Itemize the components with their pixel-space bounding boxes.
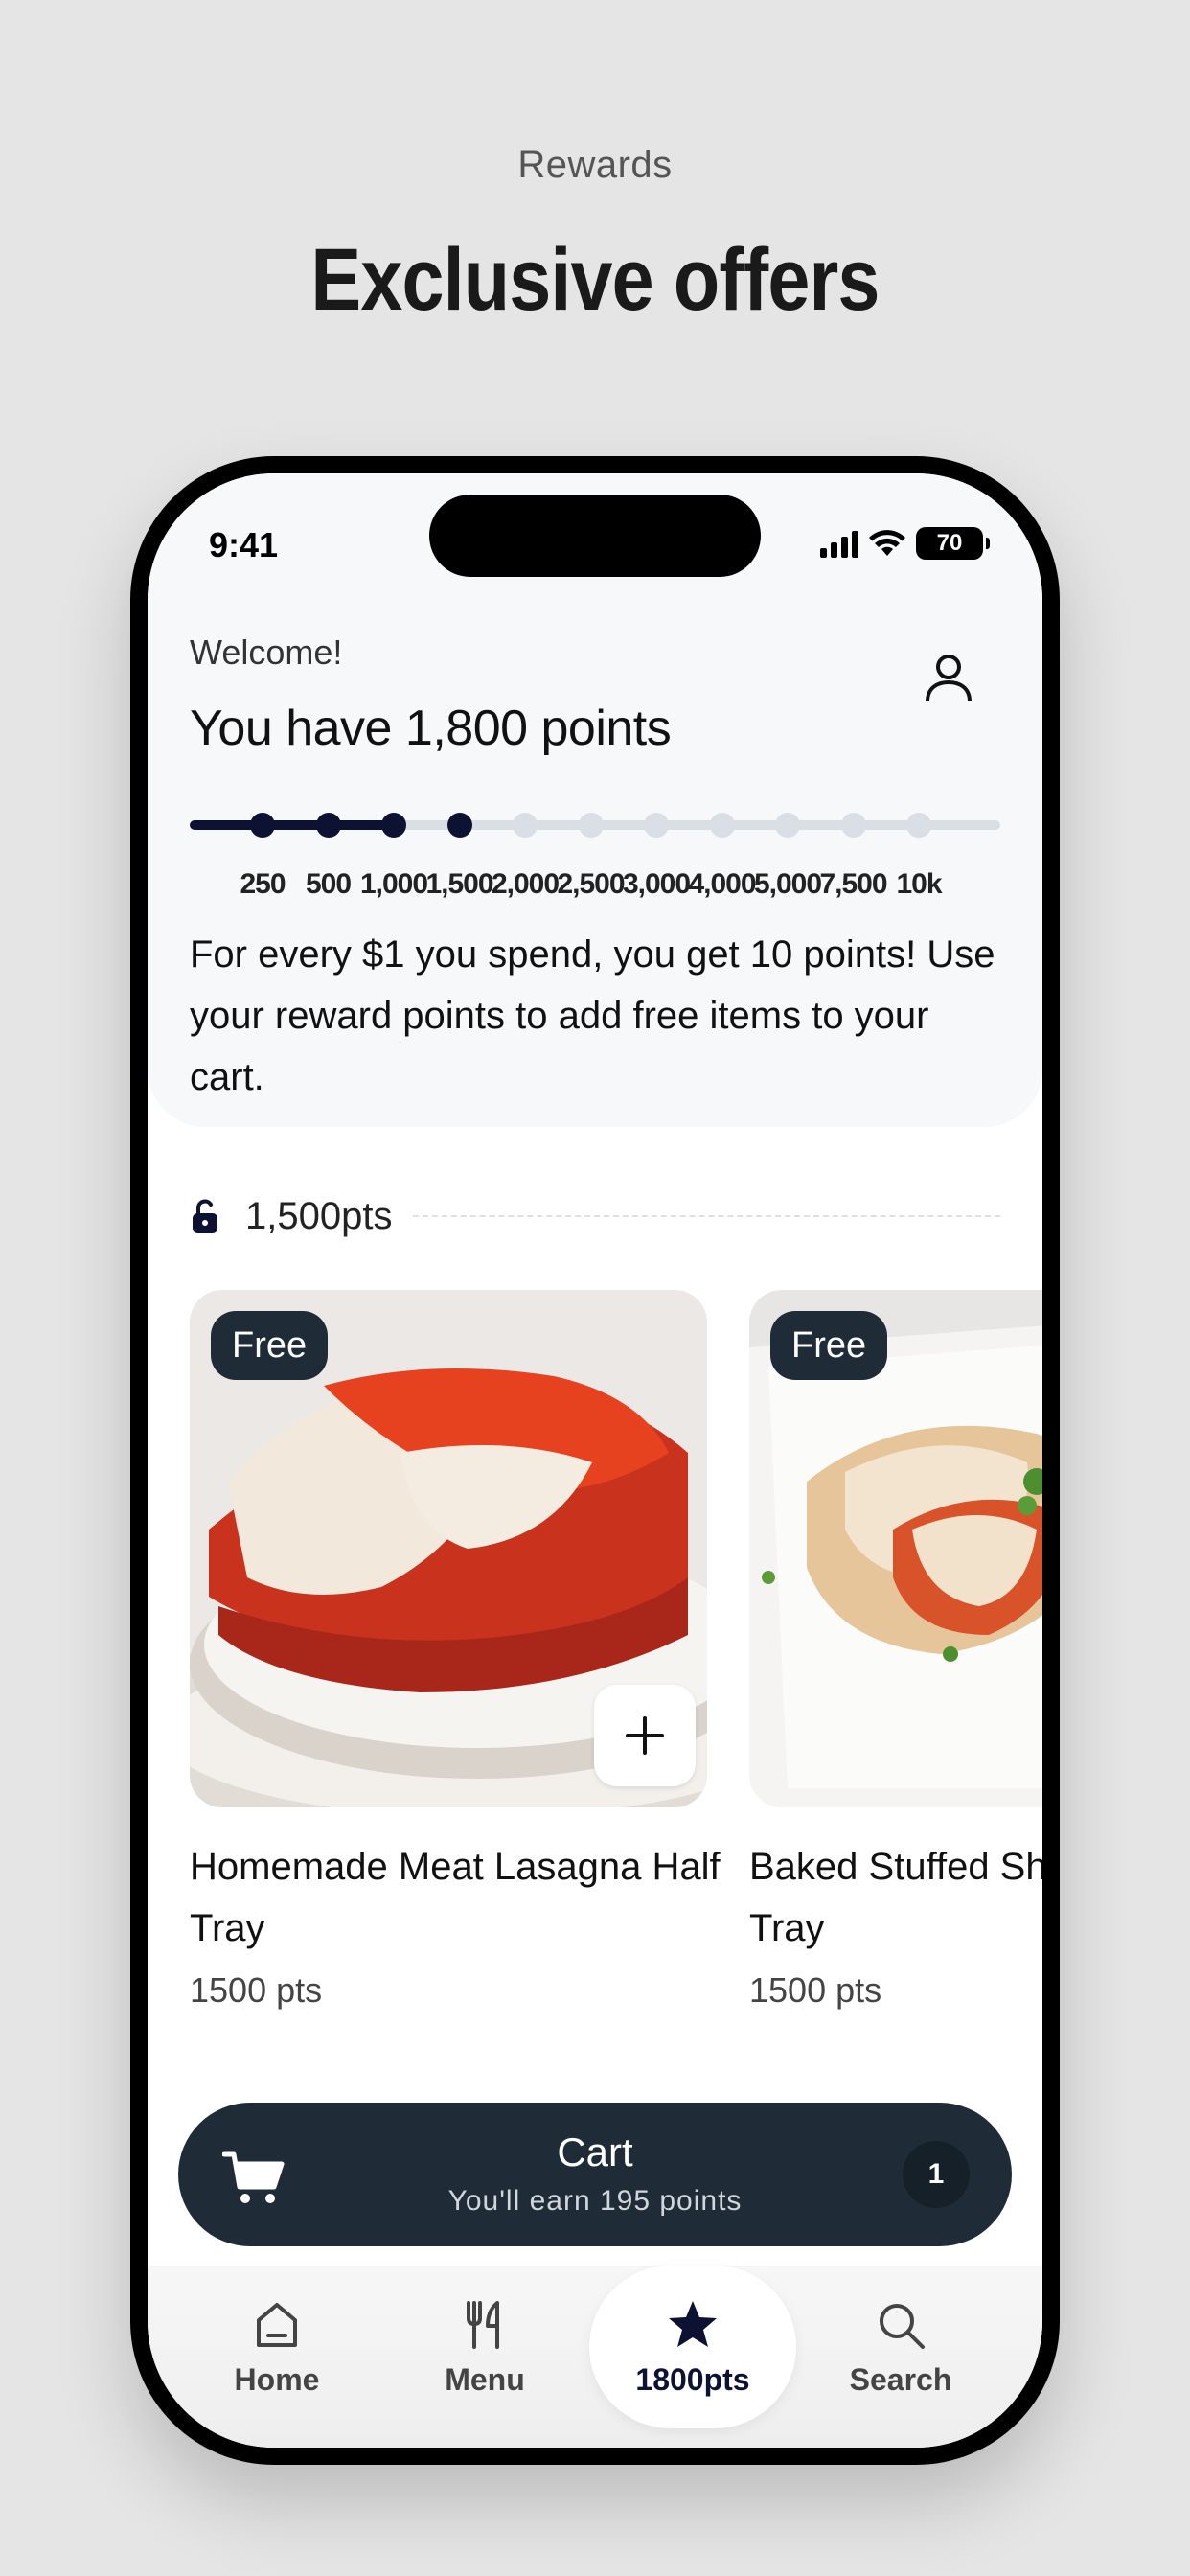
progress-fill bbox=[190, 820, 401, 830]
progress-tick-label: 1,500 bbox=[425, 868, 493, 900]
progress-tick-label: 500 bbox=[305, 868, 352, 900]
tab-home[interactable]: Home bbox=[173, 2266, 380, 2428]
product-card[interactable]: Free Homemade Meat Lasagna Half Tray 150… bbox=[190, 1290, 721, 2011]
plus-icon bbox=[626, 1716, 664, 1755]
tab-label: Search bbox=[849, 2361, 952, 2397]
home-icon bbox=[257, 2302, 297, 2347]
free-badge: Free bbox=[770, 1311, 888, 1380]
cart-title: Cart bbox=[557, 2129, 633, 2174]
cellular-signal-icon bbox=[820, 529, 858, 558]
product-image-lasagna[interactable]: Free bbox=[190, 1290, 707, 1807]
wifi-icon bbox=[869, 530, 905, 556]
progress-tick-dot bbox=[315, 813, 341, 838]
bottom-tab-bar: Home Menu 1800pts Search bbox=[148, 2266, 1042, 2448]
status-icons: 70 bbox=[820, 527, 990, 560]
progress-tick-label: 1,000 bbox=[359, 868, 428, 900]
tab-label: Home bbox=[234, 2361, 320, 2397]
progress-tick-label: 3,000 bbox=[622, 868, 691, 900]
progress-tick-dot bbox=[250, 813, 275, 838]
tab-search[interactable]: Search bbox=[797, 2266, 1004, 2428]
product-points: 1500 pts bbox=[190, 1970, 323, 2010]
progress-tick-dot bbox=[709, 813, 735, 838]
tab-label: 1800pts bbox=[635, 2361, 750, 2397]
tier-label: 1,500pts bbox=[245, 1194, 393, 1237]
tab-label: Menu bbox=[445, 2361, 525, 2397]
unlocked-lock-icon bbox=[193, 1199, 217, 1233]
add-to-cart-button[interactable] bbox=[594, 1685, 696, 1786]
page-eyebrow: Rewards bbox=[517, 144, 673, 186]
progress-tick-dot bbox=[446, 813, 472, 838]
points-heading: You have 1,800 points bbox=[190, 701, 672, 756]
progress-tick-label: 7,500 bbox=[819, 868, 887, 900]
welcome-text: Welcome! bbox=[190, 632, 343, 672]
progress-tick-labels: 250 500 1,000 1,500 2,000 2,500 3,000 4,000 5,00… bbox=[190, 868, 1000, 907]
utensils-icon bbox=[467, 2300, 499, 2349]
status-bar: 9:41 70 bbox=[148, 473, 1042, 588]
rewards-header: 9:41 70 Welcome! You have 1,800 points 2… bbox=[148, 473, 1042, 1127]
product-card[interactable]: Free Baked Stuffed Shells Half Tray 1500… bbox=[749, 1290, 1042, 2011]
progress-tick-dot bbox=[513, 813, 538, 838]
tab-rewards[interactable]: 1800pts bbox=[589, 2266, 796, 2428]
battery-icon: 70 bbox=[916, 527, 990, 560]
progress-tick-label: 2,000 bbox=[491, 868, 560, 900]
tier-row: 1,500pts bbox=[190, 1192, 1000, 1240]
search-icon bbox=[880, 2303, 925, 2349]
progress-tick-label: 250 bbox=[240, 868, 286, 900]
free-badge: Free bbox=[211, 1311, 329, 1380]
profile-icon[interactable] bbox=[920, 648, 977, 705]
tier-divider bbox=[413, 1215, 1000, 1217]
product-points: 1500 pts bbox=[749, 1970, 882, 2010]
progress-tick-dot bbox=[775, 813, 800, 838]
cart-earn-points: You'll earn 195 points bbox=[447, 2185, 743, 2217]
cart-button[interactable]: Cart You'll earn 195 points 1 bbox=[178, 2103, 1012, 2246]
tab-menu[interactable]: Menu bbox=[381, 2266, 588, 2428]
progress-tick-dot bbox=[906, 813, 931, 838]
product-name: Baked Stuffed Shells Half Tray bbox=[749, 1846, 1042, 1949]
phone-frame: 9:41 70 Welcome! You have 1,800 points 2… bbox=[130, 456, 1060, 2465]
progress-tick-dot bbox=[644, 813, 669, 838]
rewards-intro-text: For every $1 you spend, you get 10 point… bbox=[190, 933, 995, 1098]
progress-tick-label: 2,500 bbox=[557, 868, 625, 900]
points-progress-bar bbox=[190, 813, 1000, 838]
progress-tick-dot bbox=[381, 813, 406, 838]
status-time: 9:41 bbox=[209, 525, 279, 564]
progress-tick-label: 5,000 bbox=[753, 868, 822, 900]
star-icon bbox=[669, 2300, 717, 2347]
dynamic-island bbox=[429, 494, 761, 577]
app-screen: 9:41 70 Welcome! You have 1,800 points 2… bbox=[148, 473, 1042, 2448]
page-headline: Exclusive offers bbox=[310, 231, 880, 329]
product-name: Homemade Meat Lasagna Half Tray bbox=[190, 1846, 721, 1949]
progress-tick-dot bbox=[840, 813, 866, 838]
cart-count-badge: 1 bbox=[903, 2141, 970, 2208]
progress-tick-dot bbox=[578, 813, 604, 838]
progress-tick-label: 4,000 bbox=[688, 868, 756, 900]
product-image-stuffed-shells[interactable]: Free bbox=[749, 1290, 1042, 1807]
progress-tick-label: 10k bbox=[896, 868, 942, 900]
